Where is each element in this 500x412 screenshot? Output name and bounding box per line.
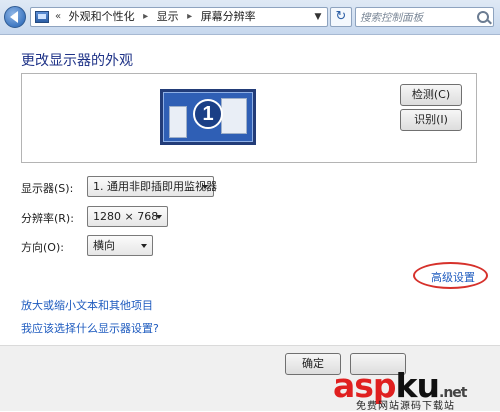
resolution-select[interactable]: 1280 × 768 — [87, 206, 168, 227]
breadcrumb: « 外观和个性化 ▸ 显示 ▸ 屏幕分辨率 — [55, 9, 256, 25]
text-size-link[interactable]: 放大或缩小文本和其他项目 — [21, 297, 153, 313]
display-select[interactable]: 1. 通用非即插即用监视器 — [87, 176, 217, 197]
monitor-thumbnail[interactable]: 1 — [160, 89, 256, 145]
breadcrumb-item-appearance[interactable]: 外观和个性化 — [69, 9, 135, 25]
chevron-down-icon — [202, 185, 208, 189]
display-label: 显示器(S): — [21, 182, 74, 195]
monitor-number-badge: 1 — [193, 99, 223, 129]
breadcrumb-arrow-icon[interactable]: ▸ — [138, 9, 153, 25]
address-bar[interactable]: « 外观和个性化 ▸ 显示 ▸ 屏幕分辨率 ▼ — [30, 7, 328, 27]
monitor-preview-area: 1 检测(C) 识别(I) — [21, 73, 477, 163]
refresh-button[interactable]: ↻ — [330, 7, 352, 27]
display-select-value: 1. 通用非即插即用监视器 — [93, 180, 217, 193]
chevron-double-left-icon[interactable]: « — [55, 9, 65, 25]
page-title: 更改显示器的外观 — [21, 53, 133, 69]
resolution-label: 分辨率(R): — [21, 212, 74, 225]
orientation-label: 方向(O): — [21, 241, 64, 254]
search-input[interactable]: 搜索控制面板 — [355, 7, 494, 27]
window-thumbnail — [221, 98, 247, 134]
orientation-select[interactable]: 横向 — [87, 235, 153, 256]
orientation-select-value: 横向 — [93, 239, 115, 252]
resolution-select-value: 1280 × 768 — [93, 210, 159, 223]
chevron-down-icon — [141, 244, 147, 248]
breadcrumb-item-display[interactable]: 显示 — [157, 9, 179, 25]
highlight-circle-annotation — [413, 262, 488, 289]
breadcrumb-item-resolution[interactable]: 屏幕分辨率 — [201, 9, 256, 25]
back-arrow-icon — [10, 11, 18, 23]
breadcrumb-arrow-icon[interactable]: ▸ — [182, 9, 197, 25]
back-button[interactable] — [4, 6, 26, 28]
identify-button[interactable]: 识别(I) — [400, 109, 462, 131]
refresh-icon: ↻ — [335, 9, 347, 24]
detect-button[interactable]: 检测(C) — [400, 84, 462, 106]
chevron-down-icon — [156, 215, 162, 219]
address-toolbar: « 外观和个性化 ▸ 显示 ▸ 屏幕分辨率 ▼ ↻ 搜索控制面板 — [0, 0, 500, 35]
search-placeholder: 搜索控制面板 — [360, 12, 423, 24]
watermark-subtitle: 免费网站源码下载站 — [356, 401, 455, 412]
search-icon[interactable] — [477, 11, 489, 23]
display-settings-help-link[interactable]: 我应该选择什么显示器设置? — [21, 320, 159, 336]
address-dropdown-icon[interactable]: ▼ — [311, 8, 325, 26]
window-thumbnail — [169, 106, 187, 138]
control-panel-icon — [35, 11, 49, 23]
